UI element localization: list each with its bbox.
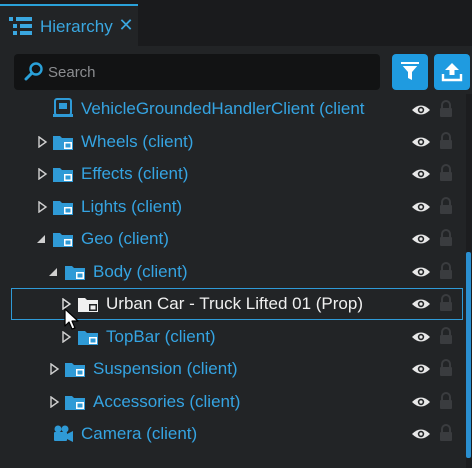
tree-item-label: VehicleGroundedHandlerClient (client: [81, 99, 365, 118]
tree-item-label: TopBar (client): [106, 327, 216, 346]
tree-item-wheels[interactable]: Wheels (client): [0, 126, 466, 158]
upload-icon: [441, 63, 463, 82]
tree-item-label: Effects (client): [81, 164, 189, 183]
tree-item-label: Suspension (client): [93, 359, 238, 378]
lock-icon[interactable]: [439, 197, 453, 215]
hierarchy-icon: [9, 17, 32, 35]
folder-icon: [65, 396, 85, 410]
tree-item-label: Geo (client): [81, 229, 169, 248]
lock-icon[interactable]: [439, 294, 453, 312]
search-icon: [24, 62, 43, 81]
eye-icon[interactable]: [411, 361, 431, 377]
eye-icon[interactable]: [411, 134, 431, 150]
eye-icon[interactable]: [411, 426, 431, 442]
lock-icon[interactable]: [439, 229, 453, 247]
lock-icon[interactable]: [439, 359, 453, 377]
tree-item-suspension[interactable]: Suspension (client): [0, 353, 466, 385]
folder-icon: [65, 363, 85, 377]
expand-arrow-icon[interactable]: [36, 201, 48, 213]
tree-item-effects[interactable]: Effects (client): [0, 158, 466, 190]
tree-item-vehiclegroundedhandlerclient[interactable]: VehicleGroundedHandlerClient (client: [0, 94, 466, 126]
tree-item-geo[interactable]: Geo (client): [0, 223, 466, 255]
hierarchy-tree: VehicleGroundedHandlerClient (client Whe…: [0, 94, 466, 468]
expand-arrow-icon[interactable]: [60, 331, 72, 343]
eye-icon[interactable]: [411, 296, 431, 312]
lock-icon[interactable]: [439, 262, 453, 280]
tab-bar: Hierarchy ✕: [0, 0, 472, 46]
prop-folder-icon: [78, 298, 98, 312]
folder-icon: [78, 331, 98, 345]
camera-icon: [54, 425, 73, 442]
expand-arrow-icon[interactable]: [48, 396, 60, 408]
folder-icon: [53, 233, 73, 247]
tree-item-label: Lights (client): [81, 197, 183, 216]
filter-icon: [401, 62, 419, 80]
eye-icon[interactable]: [411, 329, 431, 345]
lock-icon[interactable]: [439, 327, 453, 345]
eye-icon[interactable]: [411, 231, 431, 247]
lock-icon[interactable]: [439, 164, 453, 182]
tab-hierarchy[interactable]: Hierarchy ✕: [0, 4, 138, 46]
search-input[interactable]: [48, 54, 368, 90]
expand-arrow-icon[interactable]: [36, 168, 48, 180]
scrollbar-thumb[interactable]: [466, 252, 471, 458]
tab-title: Hierarchy: [40, 17, 113, 36]
tree-item-label: Accessories (client): [93, 392, 241, 411]
folder-icon: [53, 201, 73, 215]
folder-icon: [53, 136, 73, 150]
filter-button[interactable]: [392, 54, 428, 90]
expand-arrow-icon[interactable]: [48, 363, 60, 375]
lock-icon[interactable]: [439, 424, 453, 442]
mouse-cursor-icon: [64, 308, 79, 330]
lock-icon[interactable]: [439, 392, 453, 410]
tree-item-label: Urban Car - Truck Lifted 01 (Prop): [106, 294, 363, 313]
tree-item-label: Wheels (client): [81, 132, 194, 151]
close-icon[interactable]: ✕: [118, 14, 134, 36]
collapse-arrow-icon[interactable]: [47, 266, 59, 278]
eye-icon[interactable]: [411, 264, 431, 280]
eye-icon[interactable]: [411, 166, 431, 182]
eye-icon[interactable]: [411, 199, 431, 215]
tree-item-label: Camera (client): [81, 424, 198, 443]
folder-icon: [53, 168, 73, 182]
folder-icon: [65, 266, 85, 280]
tree-item-body[interactable]: Body (client): [0, 256, 466, 288]
tree-item-camera[interactable]: Camera (client): [0, 418, 466, 450]
lock-icon[interactable]: [439, 100, 453, 118]
export-button[interactable]: [434, 54, 470, 90]
script-icon: [53, 98, 73, 117]
collapse-arrow-icon[interactable]: [35, 233, 47, 245]
tree-item-accessories[interactable]: Accessories (client): [0, 386, 466, 418]
tree-item-lights[interactable]: Lights (client): [0, 191, 466, 223]
search-box: [14, 54, 380, 90]
lock-icon[interactable]: [439, 132, 453, 150]
eye-icon[interactable]: [411, 102, 431, 118]
eye-icon[interactable]: [411, 394, 431, 410]
tree-item-label: Body (client): [93, 262, 188, 281]
expand-arrow-icon[interactable]: [36, 136, 48, 148]
